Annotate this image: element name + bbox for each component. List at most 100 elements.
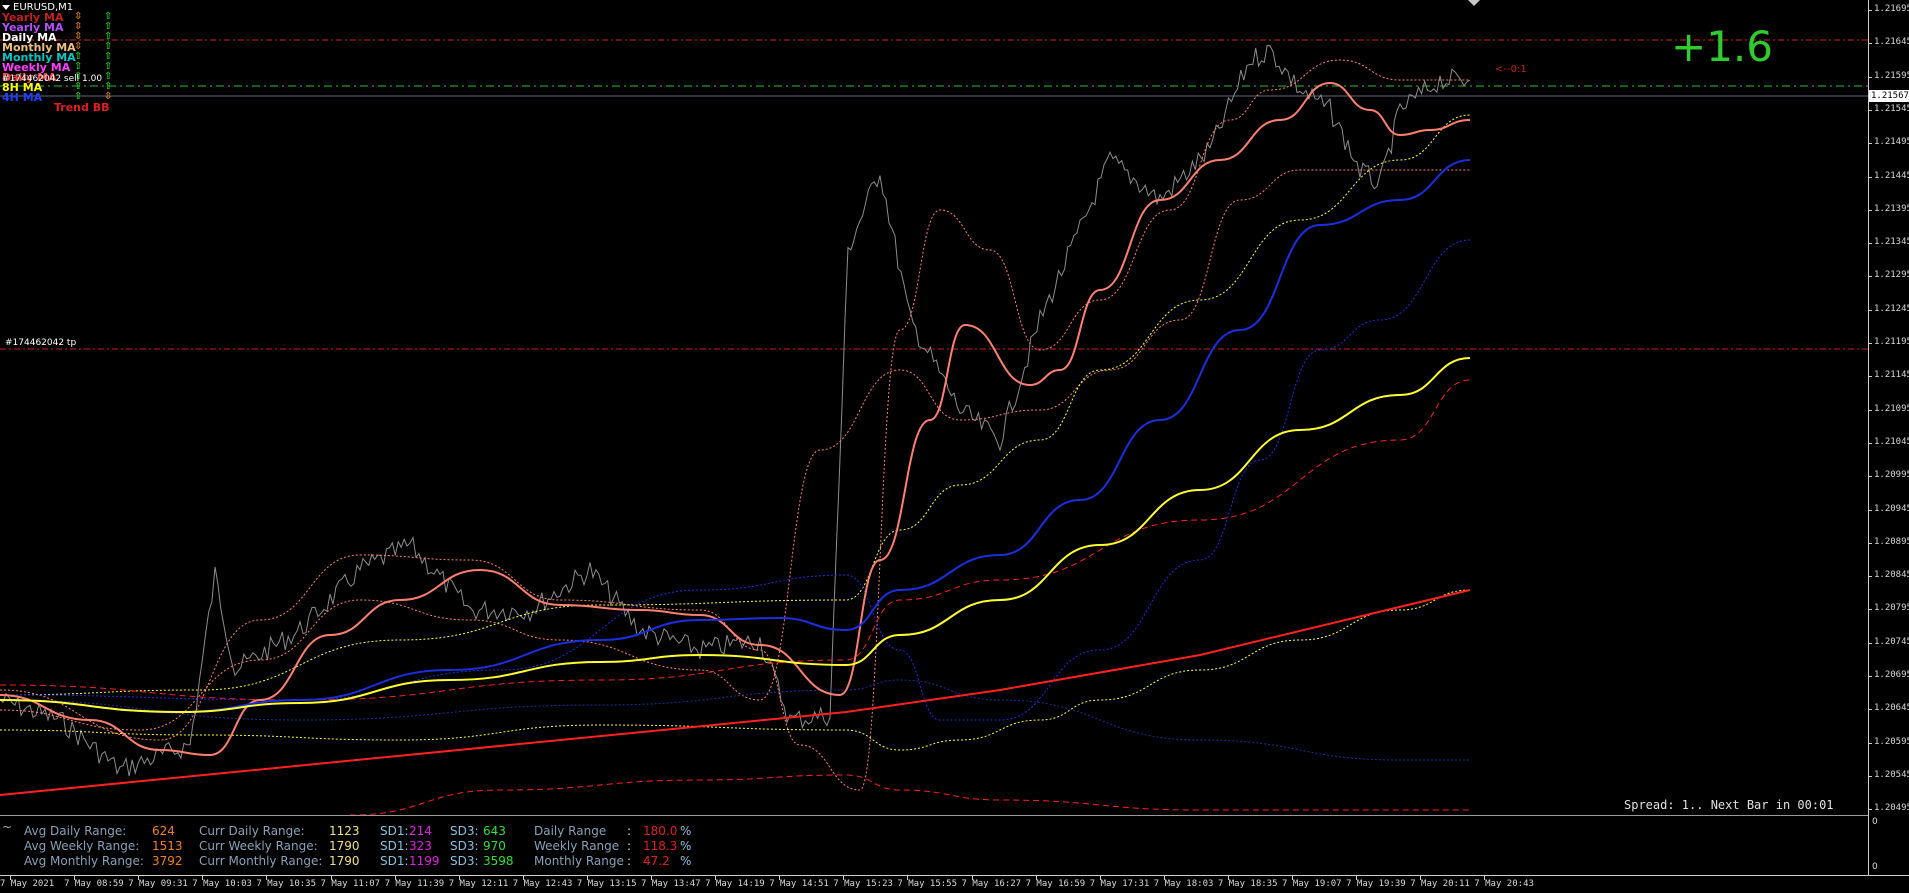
- time-tick-label: 7 May 13:15: [576, 879, 637, 889]
- monthly-range-label: Monthly Range: [534, 854, 624, 868]
- price-tick-mark: [1868, 109, 1872, 111]
- price-tick-label: 1.21645: [1874, 37, 1909, 48]
- daily-range-label: Daily Range: [534, 824, 607, 838]
- weekly-range-pct: %: [680, 839, 692, 853]
- price-tick-label: 1.20845: [1874, 570, 1909, 581]
- salmon-ma: [0, 81, 1471, 757]
- curr-weekly-label: Curr Weekly Range:: [199, 839, 318, 853]
- time-tick-label: 7 May 09:31: [128, 879, 188, 889]
- weekly-range-value: 118.3: [643, 839, 678, 853]
- time-tick-label: 7 May 20:43: [1474, 879, 1534, 889]
- price-tick-label: 1.21445: [1874, 170, 1909, 181]
- yellow-band-lower: [0, 589, 1471, 751]
- price-tick-label: 1.20945: [1874, 503, 1909, 514]
- price-tick-mark: [1868, 76, 1872, 78]
- monthly-range-pct: %: [680, 854, 692, 868]
- price-tick-label: 1.20595: [1874, 736, 1909, 747]
- time-tick-label: 7 May 10:35: [256, 879, 316, 889]
- order-arrow-label: <--0:1: [1495, 64, 1527, 75]
- time-tick-label: 7 May 14:19: [705, 879, 765, 889]
- dropdown-triangle-icon[interactable]: [2, 4, 10, 10]
- daily-range-value: 180.0: [643, 824, 678, 838]
- price-tick-mark: [1868, 209, 1872, 211]
- price-tick-label: 1.21595: [1874, 70, 1909, 81]
- sd3-daily-label: SD3:: [450, 824, 479, 838]
- price-tick-label: 1.20545: [1874, 769, 1909, 780]
- sd1-weekly-value: 323: [409, 839, 432, 853]
- price-tick-label: 1.21095: [1874, 403, 1909, 414]
- sd1-monthly-value: 1199: [409, 854, 440, 868]
- sub-window-scale[interactable]: 0 0: [1868, 815, 1909, 875]
- price-tick-label: 1.21245: [1874, 303, 1909, 314]
- time-tick-label: 7 May 18:03: [1153, 879, 1214, 889]
- time-tick-label: 7 May 16:59: [1025, 879, 1086, 889]
- price-tick-mark: [1868, 143, 1872, 145]
- sd3-weekly-value: 970: [483, 839, 506, 853]
- avg-daily-value: 624: [152, 824, 175, 838]
- trend-bb-label: Trend BB: [54, 101, 110, 114]
- price-tick-mark: [1868, 809, 1872, 811]
- price-tick-mark: [1868, 409, 1872, 411]
- avg-weekly-label: Avg Weekly Range:: [24, 839, 140, 853]
- avg-monthly-label: Avg Monthly Range:: [24, 854, 144, 868]
- legend-item: 4H MA: [2, 91, 43, 104]
- time-tick-label: 7 May 11:07: [320, 879, 381, 889]
- price-tick-mark: [1868, 442, 1872, 444]
- curr-daily-label: Curr Daily Range:: [199, 824, 305, 838]
- current-price-box: 1.21567: [1869, 90, 1909, 102]
- blue-band-lower: [0, 679, 1470, 761]
- sd1-daily-label: SD1:: [380, 824, 409, 838]
- price-tick-label: 1.21695: [1874, 4, 1909, 14]
- time-tick-label: 7 May 19:39: [1346, 879, 1406, 889]
- price-tick-label: 1.21495: [1874, 137, 1909, 148]
- price-tick-label: 1.20495: [1874, 803, 1909, 814]
- price-tick-mark: [1868, 43, 1872, 45]
- sd3-monthly-value: 3598: [483, 854, 514, 868]
- sub-scale-bottom: 0: [1872, 862, 1878, 872]
- time-tick-label: 7 May 16:27: [961, 879, 1022, 889]
- panel-marker: ~: [2, 820, 13, 834]
- time-tick-label: 7 May 12:43: [512, 879, 573, 889]
- salmon-band-outer: [0, 59, 1470, 791]
- time-tick-label: 7 May 13:47: [641, 879, 701, 889]
- time-tick-label: 7 May 11:39: [384, 879, 445, 889]
- chart-area[interactable]: [0, 0, 1909, 892]
- price-line: [0, 44, 1471, 777]
- price-tick-mark: [1868, 343, 1872, 344]
- avg-daily-label: Avg Daily Range:: [24, 824, 127, 838]
- price-tick-label: 1.20895: [1874, 536, 1909, 547]
- price-tick-mark: [1868, 742, 1872, 744]
- price-tick-label: 1.21045: [1874, 436, 1909, 447]
- profit-display: +1.6: [1671, 22, 1773, 71]
- price-tick-mark: [1868, 176, 1872, 178]
- sell-order-label: #174462042 sell 1.00: [2, 74, 103, 84]
- price-tick-label: 1.20795: [1874, 603, 1909, 614]
- time-tick-label: 7 May 19:07: [1282, 879, 1342, 889]
- stats-panel: ~ Avg Daily Range: 624 Avg Weekly Range:…: [0, 815, 1868, 876]
- chart-shift-marker[interactable]: [1468, 0, 1480, 6]
- monthly-range-colon: :: [627, 854, 632, 868]
- time-axis[interactable]: 7 May 2021 7 May 08:59 7 May 09:31 7 May 10…: [0, 875, 1909, 893]
- price-tick-mark: [1868, 376, 1872, 378]
- time-tick-label: 7 May 15:23: [833, 879, 893, 889]
- price-tick-label: 1.21195: [1874, 337, 1909, 347]
- weekly-range-colon: :: [627, 839, 632, 853]
- yellow-ma: [0, 357, 1471, 714]
- red-dashed-lower: [349, 774, 1470, 816]
- time-tick-label: 7 May 12:11: [448, 879, 509, 889]
- price-tick-label: 1.21145: [1874, 370, 1909, 381]
- price-tick-mark: [1868, 509, 1872, 511]
- monthly-range-value: 47.2: [643, 854, 670, 868]
- sd1-monthly-label: SD1:: [380, 854, 409, 868]
- spread-info: Spread: 1.. Next Bar in 00:01: [1624, 798, 1834, 812]
- sub-scale-top: 0: [1872, 817, 1878, 827]
- price-tick-label: 1.21395: [1874, 203, 1909, 214]
- price-chart[interactable]: [0, 0, 1909, 892]
- price-tick-mark: [1868, 476, 1872, 478]
- time-tick-label: 7 May 17:31: [1089, 879, 1150, 889]
- weekly-range-label: Weekly Range: [534, 839, 620, 853]
- price-tick-label: 1.21545: [1874, 103, 1909, 114]
- price-tick-label: 1.20745: [1874, 636, 1909, 647]
- curr-weekly-value: 1790: [329, 839, 360, 853]
- price-tick-label: 1.20995: [1874, 470, 1909, 481]
